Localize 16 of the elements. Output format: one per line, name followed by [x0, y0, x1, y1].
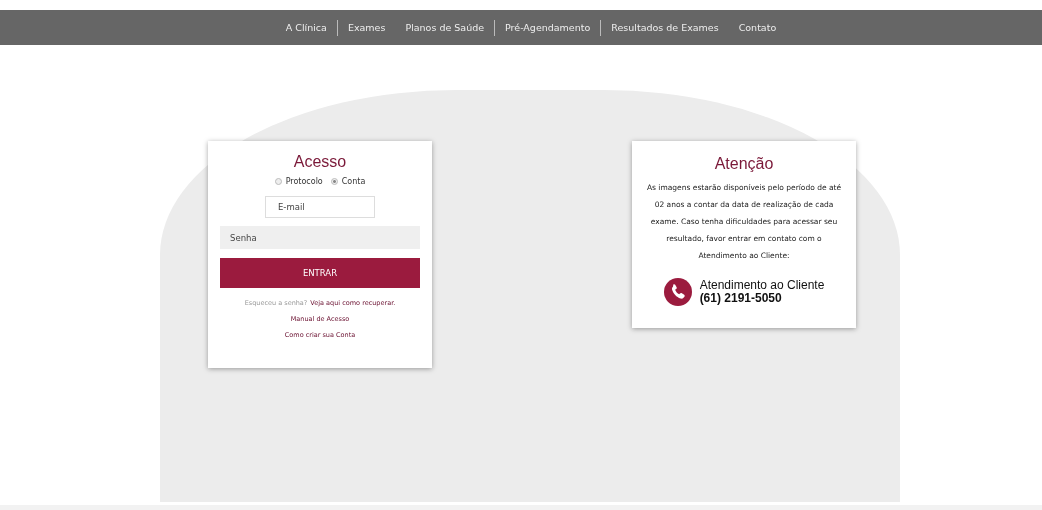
email-field[interactable]: E-mail — [265, 196, 375, 218]
radio-option[interactable]: Conta — [330, 177, 366, 186]
card-title: Atenção — [714, 155, 774, 173]
phone-icon — [663, 278, 692, 306]
nav-link[interactable]: Pré-Agendamento — [495, 22, 601, 33]
password-field[interactable]: Senha — [220, 226, 420, 249]
nav-link[interactable]: Planos de Saúde — [395, 22, 495, 33]
radio-option[interactable]: Protocolo — [274, 177, 323, 186]
contact-phone: (61) 2191-5050 — [699, 292, 783, 305]
card-title: Acesso — [293, 153, 347, 171]
nav-link[interactable]: Contato — [728, 22, 787, 33]
nav-link[interactable]: Exames — [337, 22, 396, 33]
contact-label: Atendimento ao Cliente — [699, 279, 825, 292]
submit-button[interactable]: ENTRAR — [220, 258, 420, 288]
nav-link[interactable]: Resultados de Exames — [601, 22, 729, 33]
nav-link[interactable]: A Clínica — [275, 22, 337, 33]
